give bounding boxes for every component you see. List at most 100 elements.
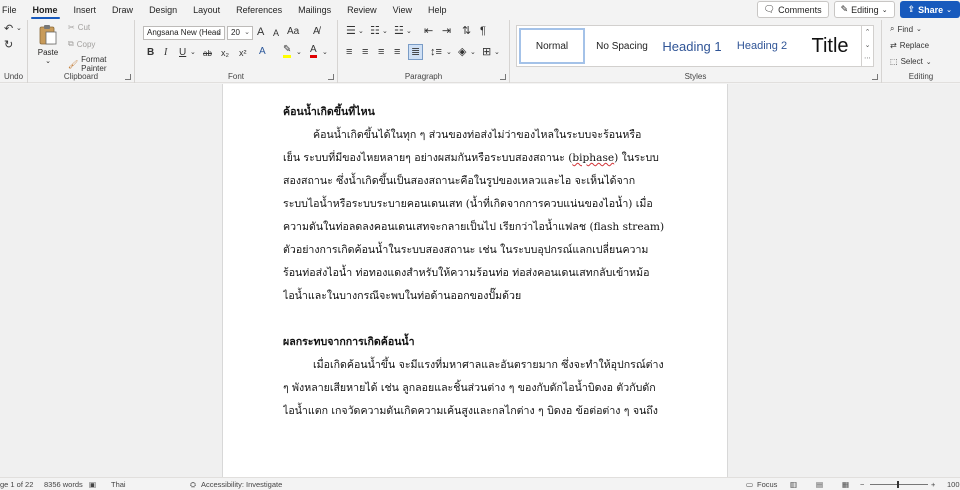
bullets-icon[interactable]: ☰ <box>346 25 356 37</box>
zoom-in-icon[interactable]: + <box>931 480 935 489</box>
document-page[interactable]: ค้อนน้ำเกิดขึ้นที่ไหน ค้อนน้ำเกิดขึ้นได้… <box>222 84 728 477</box>
underline-icon[interactable]: U <box>179 47 186 59</box>
change-case-icon[interactable]: Aa <box>287 26 299 38</box>
shading-icon[interactable]: ◈ <box>458 46 466 58</box>
chevron-down-icon[interactable]: ⌄ <box>322 47 328 59</box>
align-center-icon[interactable]: ≡ <box>362 46 368 58</box>
sort-icon[interactable]: ⇅ <box>462 25 471 37</box>
find-button[interactable]: ⌕ Find ⌄ <box>890 24 922 34</box>
word-count[interactable]: 8356 words <box>44 480 83 489</box>
cut-button[interactable]: ✂ Cut <box>68 23 90 32</box>
editing-mode-button[interactable]: ✎ Editing ⌄ <box>833 1 895 18</box>
zoom-slider[interactable] <box>870 481 928 488</box>
share-button[interactable]: ⇪ Share ⌄ <box>899 1 960 18</box>
grow-font-icon[interactable]: A <box>257 26 264 38</box>
chevron-down-icon[interactable]: ⌄ <box>358 26 364 38</box>
chevron-up-icon[interactable]: ⌃ <box>862 26 873 39</box>
copy-button[interactable]: ⧉ Copy <box>68 39 95 49</box>
read-mode-icon[interactable]: ▥ <box>790 480 797 489</box>
menu-home[interactable]: Home <box>25 0 66 20</box>
font-color-icon[interactable]: A <box>310 45 317 58</box>
cursor-icon: ⬚ <box>890 57 898 66</box>
format-painter-button[interactable]: 🖌 Format Painter <box>68 55 134 73</box>
chevron-down-icon[interactable]: ⌄ <box>446 47 452 59</box>
replace-button[interactable]: ⇄ Replace <box>890 41 929 50</box>
multilevel-list-icon[interactable]: ☳ <box>394 25 404 37</box>
print-layout-icon[interactable]: ▤ <box>816 480 823 489</box>
increase-indent-icon[interactable]: ⇥ <box>442 25 451 37</box>
style-heading-1[interactable]: Heading 1 <box>659 28 725 64</box>
zoom-out-icon[interactable]: − <box>860 480 864 489</box>
numbering-icon[interactable]: ☷ <box>370 25 380 37</box>
chevron-down-icon[interactable]: ⌄ <box>16 23 22 35</box>
chevron-down-icon[interactable]: ⌄ <box>862 39 873 52</box>
chevron-down-icon[interactable]: ⌄ <box>470 47 476 59</box>
strikethrough-icon[interactable]: ab <box>203 48 212 60</box>
document-area[interactable]: ค้อนน้ำเกิดขึ้นที่ไหน ค้อนน้ำเกิดขึ้นได้… <box>0 84 960 477</box>
web-layout-icon[interactable]: ▦ <box>842 480 849 489</box>
shrink-font-icon[interactable]: A <box>273 27 279 39</box>
decrease-indent-icon[interactable]: ⇤ <box>424 25 433 37</box>
align-left-icon[interactable]: ≡ <box>346 46 352 58</box>
highlighter-icon[interactable]: ✎ <box>283 45 292 58</box>
subscript-icon[interactable]: x₂ <box>221 47 229 59</box>
font-size-dropdown[interactable]: 20 ⌄ <box>227 26 253 40</box>
chevron-down-icon[interactable]: ⌄ <box>296 47 302 59</box>
document-body[interactable]: ค้อนน้ำเกิดขึ้นที่ไหน ค้อนน้ำเกิดขึ้นได้… <box>283 101 669 423</box>
menu-draw[interactable]: Draw <box>104 0 141 20</box>
paragraph-line: ๆ พังหลายเสียหายได้ เช่น ลูกลอยและชิ้นส่… <box>283 382 656 394</box>
menu-design[interactable]: Design <box>141 0 185 20</box>
font-launcher-icon[interactable] <box>328 74 334 80</box>
clipboard-group-label: Clipboard <box>63 72 99 81</box>
proofing-icon[interactable]: ▣ <box>89 480 96 489</box>
superscript-icon[interactable]: x² <box>239 47 247 59</box>
style-heading-2[interactable]: Heading 2 <box>729 28 795 64</box>
text-effects-icon[interactable]: A <box>259 46 266 58</box>
italic-icon[interactable]: I <box>164 47 167 59</box>
menu-insert[interactable]: Insert <box>66 0 105 20</box>
clipboard-launcher-icon[interactable] <box>125 74 131 80</box>
accessibility-status[interactable]: Accessibility: Investigate <box>201 480 282 489</box>
comments-button[interactable]: 🗨 Comments <box>756 1 829 18</box>
focus-mode-button[interactable]: Focus <box>757 480 777 489</box>
menu-references[interactable]: References <box>228 0 290 20</box>
styles-launcher-icon[interactable] <box>872 74 878 80</box>
language-indicator[interactable]: Thai <box>111 480 126 489</box>
chevron-down-icon[interactable]: ⌄ <box>406 26 412 38</box>
styles-gallery: Normal No Spacing Heading 1 Heading 2 Ti… <box>516 25 874 67</box>
font-name-dropdown[interactable]: Angsana New (Head ⌄ <box>143 26 225 40</box>
menu-help[interactable]: Help <box>420 0 455 20</box>
zoom-level[interactable]: 100 <box>947 480 960 489</box>
style-no-spacing[interactable]: No Spacing <box>589 28 655 64</box>
menu-view[interactable]: View <box>385 0 420 20</box>
borders-icon[interactable]: ⊞ <box>482 46 491 58</box>
paragraph-line: ค้อนน้ำเกิดขึ้นได้ในทุก ๆ ส่วนของท่อส่งไ… <box>313 129 642 141</box>
select-button[interactable]: ⬚ Select ⌄ <box>890 57 932 66</box>
chevron-down-icon[interactable]: ⌄ <box>494 47 500 59</box>
justify-icon[interactable]: ≡ <box>394 46 400 58</box>
zoom-slider-thumb[interactable] <box>897 481 899 488</box>
paragraph-launcher-icon[interactable] <box>500 74 506 80</box>
menu-mailings[interactable]: Mailings <box>290 0 339 20</box>
chevron-down-icon[interactable]: ⌄ <box>382 26 388 38</box>
distributed-icon[interactable]: ≣ <box>408 44 424 60</box>
style-heading-1-label: Heading 1 <box>662 38 722 54</box>
menu-review[interactable]: Review <box>339 0 385 20</box>
chevron-down-icon[interactable]: ⌄ <box>190 47 196 59</box>
clear-formatting-icon[interactable]: A̸ <box>313 26 320 38</box>
style-title[interactable]: Title <box>799 28 861 64</box>
undo-icon[interactable]: ↶ <box>4 23 13 35</box>
style-normal[interactable]: Normal <box>519 28 585 64</box>
line-spacing-icon[interactable]: ↕≡ <box>430 46 442 58</box>
page-count[interactable]: ge 1 of 22 <box>0 480 33 489</box>
pilcrow-icon[interactable]: ¶ <box>480 25 486 37</box>
more-styles-icon[interactable]: ⋯ <box>862 52 873 65</box>
menu-layout[interactable]: Layout <box>185 0 228 20</box>
menu-file[interactable]: File <box>0 0 25 20</box>
bold-icon[interactable]: B <box>147 47 154 59</box>
misspelled-word[interactable]: biphase <box>572 152 614 164</box>
align-right-icon[interactable]: ≡ <box>378 46 384 58</box>
styles-scroll[interactable]: ⌃ ⌄ ⋯ <box>861 26 873 66</box>
paste-button[interactable]: Paste ⌄ <box>36 24 60 65</box>
redo-icon[interactable]: ↻ <box>4 39 13 51</box>
